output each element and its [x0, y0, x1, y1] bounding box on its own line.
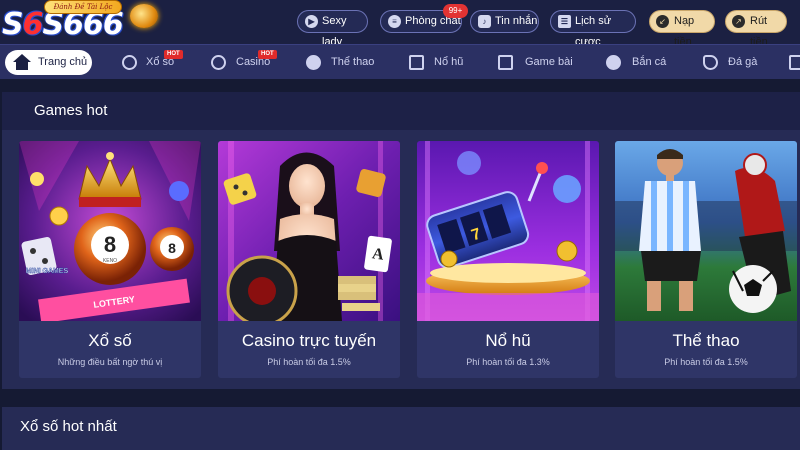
sports-illustration [615, 141, 797, 321]
game-card-lottery[interactable]: 8 KENO 8 MINI GAMES LOTTERY Xổ số Những … [19, 141, 201, 378]
game-card-slots[interactable]: 7 Nổ hũ Phí hoàn tối đa 1.3% [417, 141, 599, 378]
nav-cockfight-label: Đá gà [728, 56, 758, 68]
section-title: Games hot [34, 102, 108, 119]
slot-icon [409, 55, 424, 70]
lottery-artwork: 8 KENO 8 MINI GAMES LOTTERY [19, 141, 201, 321]
nav-more[interactable] [789, 45, 800, 80]
casino-artwork: A [218, 141, 400, 321]
logo-banner: Đánh Đề Tài Lộc [44, 0, 122, 14]
game-card-title: Xổ số [88, 331, 132, 350]
cards-icon [498, 55, 513, 70]
nav-slots[interactable]: Nổ hũ [409, 45, 469, 80]
casino-illustration: A [218, 141, 400, 321]
chat-icon: ≡ [388, 15, 401, 28]
nav-cockfight[interactable]: Đá gà [703, 45, 763, 80]
messages-button[interactable]: ♪ Tin nhắn [470, 10, 539, 33]
history-icon: ☰ [558, 15, 571, 28]
withdraw-icon: ↗ [732, 15, 745, 28]
chat-count-badge: 99+ [443, 4, 468, 18]
bet-history-button[interactable]: ☰ Lịch sử cược [550, 10, 636, 48]
slots-artwork: 7 [417, 141, 599, 321]
game-card-title: Thể thao [672, 331, 740, 350]
soccer-ball-icon [306, 55, 321, 70]
section-title: Xổ số hot nhất [20, 418, 117, 435]
nav-fishing-label: Bắn cá [632, 56, 667, 68]
game-card-title: Casino trực tuyến [241, 331, 377, 350]
main-nav: Trang chủ Xổ số HOT Casino HOT Thể thao … [0, 44, 800, 79]
lottery-icon [122, 55, 137, 70]
game-card-subtitle: Phí hoàn tối đa 1.5% [664, 357, 748, 367]
fish-icon [606, 55, 621, 70]
game-card-sports[interactable]: Thể thao Phí hoàn tối đa 1.5% [615, 141, 797, 378]
withdraw-button[interactable]: ↗ Rút tiền [725, 10, 787, 48]
top-bar: S6S666 Đánh Đề Tài Lộc ▶ Sexy lady ≡ Phò… [0, 0, 800, 48]
nav-home[interactable]: Trang chủ [5, 50, 92, 75]
game-card-subtitle: Những điều bất ngờ thú vị [57, 357, 163, 367]
deposit-button[interactable]: ↙ Nạp tiền [649, 10, 715, 48]
nav-card-games[interactable]: Game bài [498, 45, 573, 80]
lottery-ball-number-2: 8 [168, 240, 176, 256]
game-card-subtitle: Phí hoàn tối đa 1.3% [466, 357, 550, 367]
hot-lottery-section: Xổ số hot nhất [2, 407, 800, 450]
sexy-lady-button[interactable]: ▶ Sexy lady [297, 10, 368, 48]
nav-fishing[interactable]: Bắn cá [606, 45, 668, 80]
nav-home-label: Trang chủ [38, 56, 88, 68]
home-icon-body [16, 61, 28, 70]
play-icon: ▶ [305, 15, 318, 28]
hot-badge: HOT [164, 50, 183, 59]
bell-icon: ♪ [478, 15, 491, 28]
messages-label: Tin nhắn [495, 15, 538, 27]
games-hot-section: Games hot 8 KENO 8 MINI GAMES LOTTERY Xổ… [2, 92, 800, 389]
lottery-illustration: 8 KENO 8 MINI GAMES LOTTERY [19, 141, 201, 321]
promo-coin-icon[interactable] [130, 4, 158, 28]
hot-badge: HOT [258, 50, 277, 59]
nav-sports[interactable]: Thể thao [306, 45, 376, 80]
sports-artwork [615, 141, 797, 321]
mini-games-tag: MINI GAMES [26, 268, 69, 275]
game-card-title: Nổ hũ [485, 331, 531, 350]
deposit-icon: ↙ [656, 15, 669, 28]
nav-casino[interactable]: Casino HOT [211, 45, 277, 80]
lottery-ball-number: 8 [104, 232, 116, 257]
rooster-icon [703, 55, 718, 70]
slots-illustration: 7 [417, 141, 599, 321]
game-card-subtitle: Phí hoàn tối đa 1.5% [267, 357, 351, 367]
nav-slots-label: Nổ hũ [434, 56, 464, 68]
more-icon [789, 55, 800, 70]
nav-lottery[interactable]: Xổ số HOT [122, 45, 183, 80]
nav-sports-label: Thể thao [331, 56, 375, 68]
keno-caption: KENO [103, 258, 117, 264]
casino-icon [211, 55, 226, 70]
nav-card-games-label: Game bài [525, 56, 573, 68]
games-hot-header: Games hot [2, 92, 800, 130]
site-logo[interactable]: S6S666 Đánh Đề Tài Lộc [0, 0, 135, 44]
game-card-casino[interactable]: A Casino trực tuyến Phí hoàn tối đa 1.5% [218, 141, 400, 378]
